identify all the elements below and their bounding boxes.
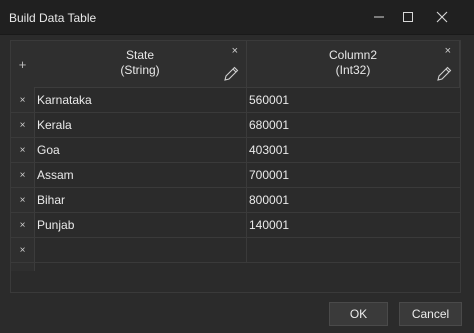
table-cell[interactable]: 403001	[247, 138, 460, 162]
window-title: Build Data Table	[9, 11, 97, 25]
table-cell[interactable]: Karnataka	[34, 88, 247, 112]
remove-row-icon[interactable]: ×	[11, 88, 35, 112]
table-cell[interactable]: 560001	[247, 88, 460, 112]
table-cell[interactable]	[247, 238, 460, 262]
close-icon	[436, 11, 448, 23]
add-icon: +	[18, 57, 27, 72]
maximize-button[interactable]	[389, 0, 427, 34]
remove-row-icon[interactable]: ×	[11, 188, 35, 212]
table-cell[interactable]: Kerala	[34, 113, 247, 137]
table-row: × Goa 403001	[11, 138, 460, 163]
data-table-grid: + State (String) × Column2 (Int32) × × K…	[10, 40, 461, 293]
title-bar: Build Data Table	[0, 0, 474, 35]
table-cell[interactable]: 140001	[247, 213, 460, 237]
add-column-button[interactable]: +	[11, 41, 35, 89]
table-cell[interactable]: 680001	[247, 113, 460, 137]
table-cell[interactable]	[34, 238, 247, 262]
table-row: × Assam 700001	[11, 163, 460, 188]
table-cell[interactable]: Bihar	[34, 188, 247, 212]
table-cell[interactable]: Goa	[34, 138, 247, 162]
remove-column-icon[interactable]: ×	[445, 45, 451, 57]
table-cell[interactable]: Punjab	[34, 213, 247, 237]
cancel-button[interactable]: Cancel	[399, 302, 462, 326]
row-header-filler	[11, 263, 35, 271]
table-row: × Bihar 800001	[11, 188, 460, 213]
close-window-button[interactable]	[423, 0, 461, 34]
column-name: Column2	[328, 48, 378, 62]
remove-row-icon[interactable]: ×	[11, 213, 35, 237]
column-header-column2: Column2 (Int32) ×	[247, 41, 460, 88]
minimize-icon	[374, 16, 384, 18]
remove-column-icon[interactable]: ×	[232, 45, 238, 57]
column-type: (String)	[120, 63, 160, 77]
table-cell[interactable]: 800001	[247, 188, 460, 212]
maximize-icon	[403, 12, 413, 22]
table-row: × Karnataka 560001	[11, 88, 460, 113]
remove-row-icon[interactable]: ×	[11, 163, 35, 187]
table-cell[interactable]: Assam	[34, 163, 247, 187]
edit-column-icon[interactable]	[222, 65, 240, 83]
column-header-state: State (String) ×	[34, 41, 247, 88]
remove-row-icon[interactable]: ×	[11, 138, 35, 162]
ok-button[interactable]: OK	[329, 302, 388, 326]
edit-column-icon[interactable]	[435, 65, 453, 83]
table-cell[interactable]: 700001	[247, 163, 460, 187]
table-row: × Kerala 680001	[11, 113, 460, 138]
column-name: State	[125, 48, 155, 62]
table-row: × Punjab 140001	[11, 213, 460, 238]
remove-row-icon[interactable]: ×	[11, 113, 35, 137]
column-type: (Int32)	[335, 63, 371, 77]
remove-row-icon[interactable]: ×	[11, 238, 35, 262]
table-row-new: ×	[11, 238, 460, 263]
